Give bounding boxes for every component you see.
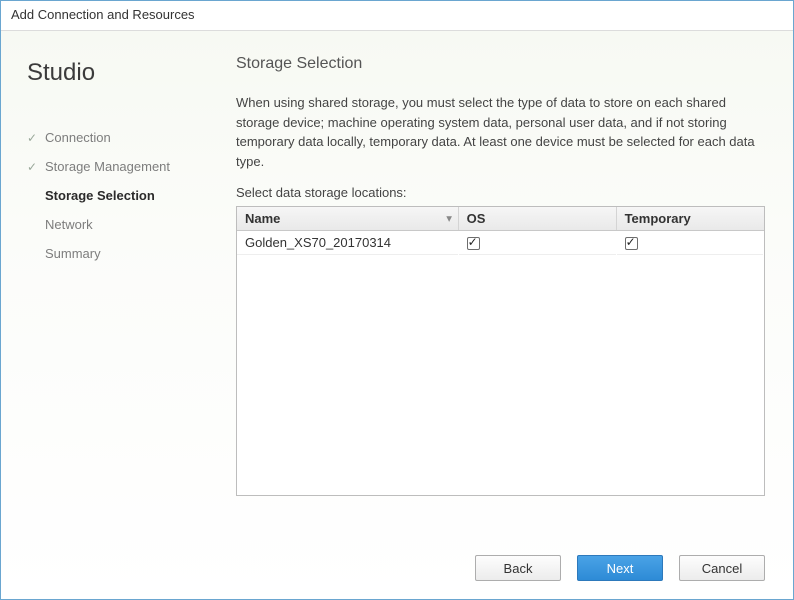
back-button[interactable]: Back (475, 555, 561, 581)
wizard-sidebar: Studio ✓ Connection ✓ Storage Management… (21, 55, 206, 531)
step-network[interactable]: ✓ Network (21, 210, 206, 239)
step-label: Connection (45, 130, 111, 145)
col-header-name-label: Name (245, 211, 280, 226)
step-label: Storage Selection (45, 188, 155, 203)
col-header-name[interactable]: Name ▾ (237, 207, 458, 231)
window-body: Studio ✓ Connection ✓ Storage Management… (1, 31, 793, 599)
check-icon: ✓ (27, 161, 39, 173)
col-header-os[interactable]: OS (458, 207, 616, 231)
col-header-os-label: OS (467, 211, 486, 226)
step-summary[interactable]: ✓ Summary (21, 239, 206, 268)
step-storage-management[interactable]: ✓ Storage Management (21, 152, 206, 181)
page-description: When using shared storage, you must sele… (236, 93, 756, 171)
storage-table: Name ▾ OS Temporary (237, 207, 764, 255)
window-title: Add Connection and Resources (1, 1, 793, 31)
check-icon: ✓ (27, 132, 39, 144)
storage-table-container: Name ▾ OS Temporary (236, 206, 765, 496)
os-checkbox[interactable] (467, 237, 480, 250)
col-header-temporary[interactable]: Temporary (616, 207, 763, 231)
step-label: Storage Management (45, 159, 170, 174)
content-area: Studio ✓ Connection ✓ Storage Management… (1, 31, 793, 541)
wizard-footer: Back Next Cancel (1, 541, 793, 599)
wizard-window: Add Connection and Resources Studio ✓ Co… (0, 0, 794, 600)
step-connection[interactable]: ✓ Connection (21, 123, 206, 152)
page-title: Storage Selection (236, 55, 765, 73)
col-header-temp-label: Temporary (625, 211, 691, 226)
cell-temporary (616, 231, 763, 255)
sort-down-icon: ▾ (447, 213, 452, 224)
step-label: Summary (45, 246, 101, 261)
cell-name: Golden_XS70_20170314 (237, 231, 458, 255)
sidebar-title: Studio (21, 59, 206, 87)
main-panel: Storage Selection When using shared stor… (206, 55, 773, 531)
temporary-checkbox[interactable] (625, 237, 638, 250)
next-button[interactable]: Next (577, 555, 663, 581)
step-storage-selection[interactable]: ✓ Storage Selection (21, 181, 206, 210)
step-label: Network (45, 217, 93, 232)
wizard-steps: ✓ Connection ✓ Storage Management ✓ Stor… (21, 123, 206, 268)
cancel-button[interactable]: Cancel (679, 555, 765, 581)
table-label: Select data storage locations: (236, 185, 765, 200)
table-row[interactable]: Golden_XS70_20170314 (237, 231, 764, 255)
cell-os (458, 231, 616, 255)
